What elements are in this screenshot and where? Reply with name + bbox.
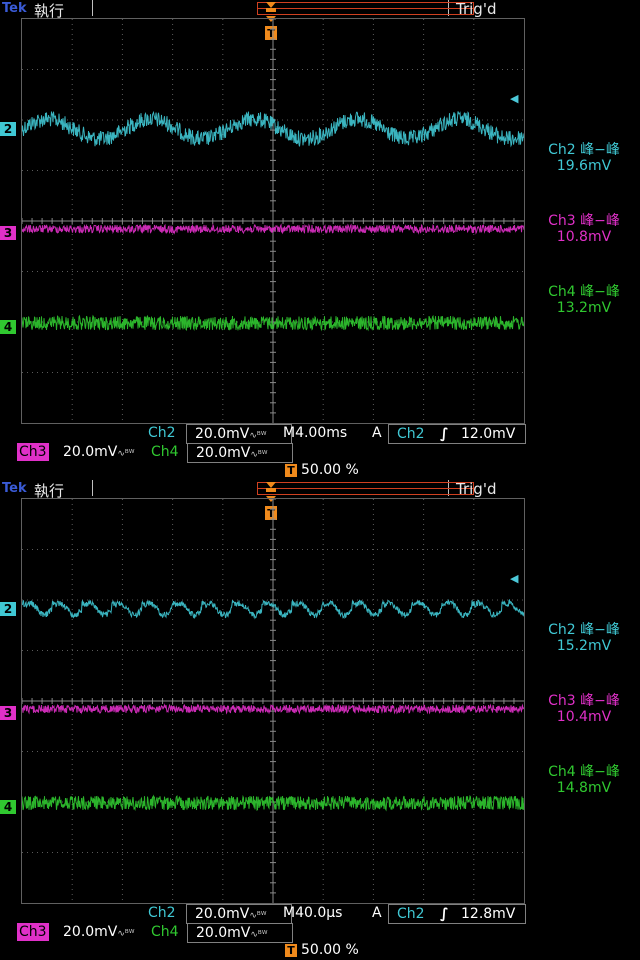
waveform-ch2 [22, 110, 524, 148]
bottom-readout-row-2: Ch3 20.0mV∿ᴮᵂ Ch4 20.0mV∿ᴮᵂ [17, 443, 293, 463]
ch2-marker[interactable]: 2 [0, 602, 16, 616]
measure-value: 10.4mV [556, 709, 612, 725]
ch4-marker[interactable]: 4 [0, 320, 16, 334]
waveform-ch2 [22, 598, 524, 620]
ch4-pk-pk-readout: Ch4 峰−峰 14.8mV [528, 764, 640, 796]
waveform-graticule[interactable] [21, 18, 525, 424]
bandwidth-icon: ∿ᴮᵂ [117, 449, 135, 459]
ch4-pk-pk-readout: Ch4 峰−峰 13.2mV [528, 284, 640, 316]
trigger-status: Trig'd [456, 480, 497, 498]
ch4-scale-name[interactable]: Ch4 [151, 923, 179, 941]
trigger-mode: A [372, 905, 382, 921]
bottom-readout-row-1: Ch2 20.0mV∿ᴮᵂ M40.0µs A Ch2 ∫ 12.8mV [148, 904, 526, 924]
ch2-scale-name[interactable]: Ch2 [148, 904, 176, 922]
ch2-scale-value: 20.0mV [195, 426, 250, 442]
brand-logo: Tek [2, 1, 27, 16]
measure-value: 13.2mV [556, 300, 612, 316]
position-value: 50.00 % [301, 462, 359, 478]
ch4-marker[interactable]: 4 [0, 800, 16, 814]
position-value: 50.00 % [301, 942, 359, 958]
brand-logo: Tek [2, 481, 27, 496]
measure-value: 14.8mV [556, 780, 612, 796]
ch4-scale[interactable]: 20.0mV∿ᴮᵂ [187, 443, 293, 463]
measure-label: Ch3 峰−峰 [548, 213, 620, 229]
trigger-marker-icon: T [285, 463, 297, 477]
trigger-readout[interactable]: Ch2 ∫ 12.0mV [388, 424, 526, 444]
bottom-readout-row-1: Ch2 20.0mV∿ᴮᵂ M4.00ms A Ch2 ∫ 12.0mV [148, 424, 526, 444]
trigger-source: Ch2 [397, 906, 425, 922]
ch3-scale-value: 20.0mV [63, 444, 118, 460]
waveform-traces [22, 598, 524, 812]
ch4-scale[interactable]: 20.0mV∿ᴮᵂ [187, 923, 293, 943]
ch3-scale[interactable]: 20.0mV∿ᴮᵂ [53, 923, 159, 941]
waveform-ch3 [22, 703, 524, 715]
ch2-scale[interactable]: 20.0mV∿ᴮᵂ [186, 424, 292, 444]
bandwidth-icon: ∿ᴮᵂ [250, 450, 268, 460]
rising-edge-icon: ∫ [440, 426, 449, 442]
measure-value: 19.6mV [556, 158, 612, 174]
bandwidth-icon: ∿ᴮᵂ [117, 929, 135, 939]
bandwidth-icon: ∿ᴮᵂ [249, 431, 267, 441]
ch3-pk-pk-readout: Ch3 峰−峰 10.4mV [528, 693, 640, 725]
trigger-level-icon[interactable]: ◀ [510, 92, 518, 105]
ch3-scale-name[interactable]: Ch3 [17, 443, 49, 461]
ch3-marker[interactable]: 3 [0, 226, 16, 240]
ch4-scale-value: 20.0mV [196, 445, 251, 461]
ch3-scale-value: 20.0mV [63, 924, 118, 940]
measure-value: 15.2mV [556, 638, 612, 654]
trigger-mode: A [372, 425, 382, 441]
bottom-readout-row-2: Ch3 20.0mV∿ᴮᵂ Ch4 20.0mV∿ᴮᵂ [17, 923, 293, 943]
timebase-readout[interactable]: M4.00ms [283, 424, 347, 442]
horizontal-position[interactable]: T 50.00 % [285, 461, 359, 479]
status-header: Tek 執行 Trig'd T [0, 480, 640, 520]
waveform-traces [22, 110, 524, 332]
ch2-pk-pk-readout: Ch2 峰−峰 19.6mV [528, 142, 640, 174]
horizontal-position[interactable]: T 50.00 % [285, 941, 359, 959]
waveform-ch4 [22, 314, 524, 332]
measure-label: Ch4 峰−峰 [548, 764, 620, 780]
rising-edge-icon: ∫ [440, 906, 449, 922]
scope-screen-2: Tek 執行 Trig'd T ◀ 2 3 4 Ch2 峰−峰 15.2mV C… [0, 480, 640, 960]
trigger-marker-icon: T [285, 943, 297, 957]
waveform-graticule[interactable] [21, 498, 525, 904]
record-window [257, 482, 474, 495]
trigger-level: 12.8mV [461, 906, 516, 922]
trigger-status: Trig'd [456, 0, 497, 18]
ch3-pk-pk-readout: Ch3 峰−峰 10.8mV [528, 213, 640, 245]
bandwidth-icon: ∿ᴮᵂ [250, 930, 268, 940]
record-window [257, 2, 474, 15]
measure-label: Ch2 峰−峰 [548, 622, 620, 638]
ch3-marker[interactable]: 3 [0, 706, 16, 720]
trigger-readout[interactable]: Ch2 ∫ 12.8mV [388, 904, 526, 924]
status-header: Tek 執行 Trig'd T [0, 0, 640, 40]
measure-label: Ch2 峰−峰 [548, 142, 620, 158]
trigger-source: Ch2 [397, 426, 425, 442]
ch3-scale[interactable]: 20.0mV∿ᴮᵂ [53, 443, 159, 461]
ch2-scale-name[interactable]: Ch2 [148, 424, 176, 442]
trigger-level-icon[interactable]: ◀ [510, 572, 518, 585]
ch2-marker[interactable]: 2 [0, 122, 16, 136]
ch4-scale-name[interactable]: Ch4 [151, 443, 179, 461]
ch2-scale-value: 20.0mV [195, 906, 250, 922]
ch2-pk-pk-readout: Ch2 峰−峰 15.2mV [528, 622, 640, 654]
measure-label: Ch4 峰−峰 [548, 284, 620, 300]
measure-value: 10.8mV [556, 229, 612, 245]
ch3-scale-name[interactable]: Ch3 [17, 923, 49, 941]
bandwidth-icon: ∿ᴮᵂ [249, 911, 267, 921]
measure-label: Ch3 峰−峰 [548, 693, 620, 709]
waveform-ch4 [22, 794, 524, 812]
ch2-scale[interactable]: 20.0mV∿ᴮᵂ [186, 904, 292, 924]
scope-screen-1: Tek 執行 Trig'd T ◀ 2 3 4 Ch2 峰−峰 19.6mV C… [0, 0, 640, 480]
timebase-readout[interactable]: M40.0µs [283, 904, 342, 922]
waveform-ch3 [22, 223, 524, 235]
ch4-scale-value: 20.0mV [196, 925, 251, 941]
trigger-level: 12.0mV [461, 426, 516, 442]
